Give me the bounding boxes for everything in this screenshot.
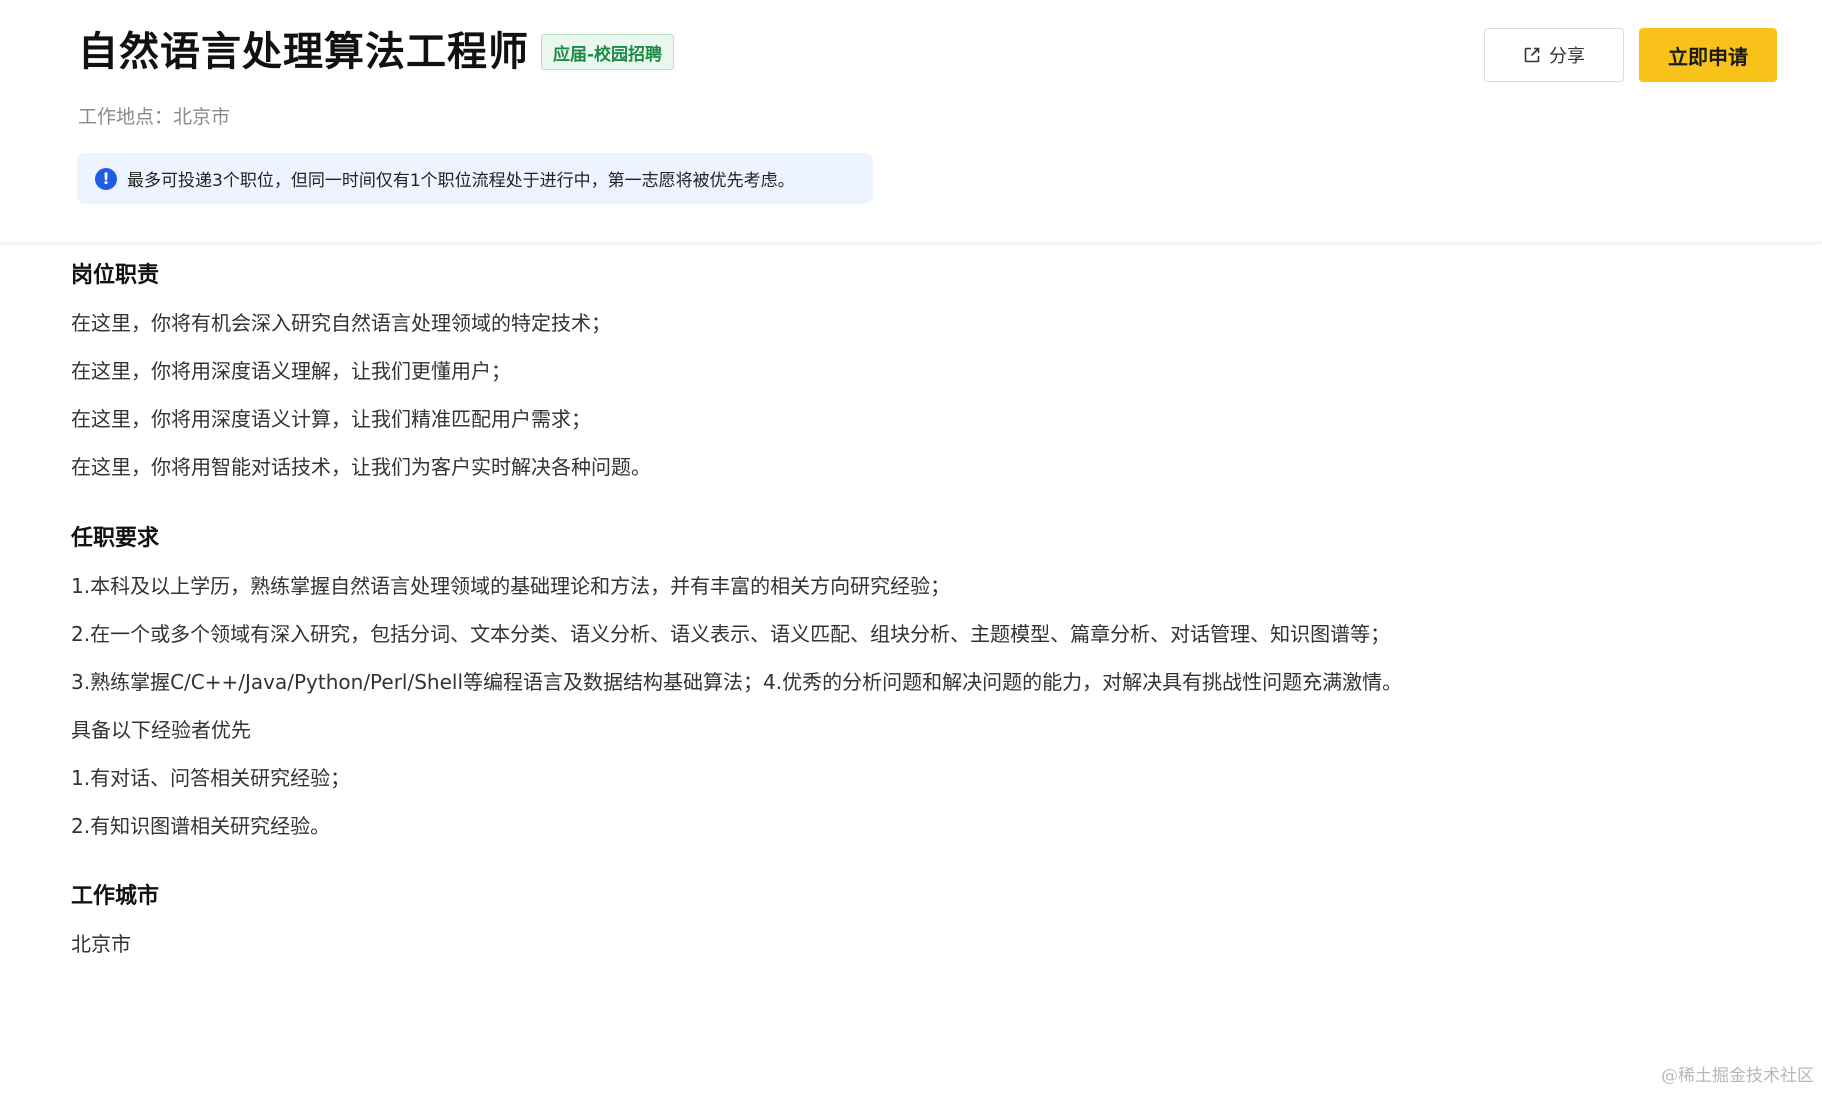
application-notice: ! 最多可投递3个职位，但同一时间仅有1个职位流程处于进行中，第一志愿将被优先考…	[77, 153, 873, 204]
job-description: 岗位职责 在这里，你将有机会深入研究自然语言处理领域的特定技术； 在这里，你将用…	[71, 258, 1411, 963]
work-location: 工作地点：北京市	[78, 106, 231, 128]
watermark: @稀土掘金技术社区	[1661, 1066, 1814, 1086]
notice-text: 最多可投递3个职位，但同一时间仅有1个职位流程处于进行中，第一志愿将被优先考虑。	[127, 171, 795, 191]
section-title: 工作城市	[71, 884, 160, 909]
section-responsibilities: 岗位职责 在这里，你将有机会深入研究自然语言处理领域的特定技术； 在这里，你将用…	[71, 258, 1411, 486]
paragraph: 2.有知识图谱相关研究经验。	[71, 814, 331, 838]
section-title: 岗位职责	[71, 263, 160, 288]
paragraph: 在这里，你将用深度语义计算，让我们精准匹配用户需求；	[71, 407, 591, 431]
info-exclamation-icon: !	[95, 167, 117, 190]
paragraph: 在这里，你将用智能对话技术，让我们为客户实时解决各种问题。	[71, 455, 651, 479]
share-external-icon	[1524, 47, 1540, 63]
paragraph: 在这里，你将用深度语义理解，让我们更懂用户；	[71, 359, 511, 383]
paragraph: 3.熟练掌握C/C++/Java/Python/Perl/Shell等编程语言及…	[71, 670, 1403, 694]
job-header: 自然语言处理算法工程师 应届-校园招聘 工作地点：北京市 ! 最多可投递3个职位…	[0, 0, 1822, 243]
apply-now-button[interactable]: 立即申请	[1639, 28, 1777, 82]
paragraph: 2.在一个或多个领域有深入研究，包括分词、文本分类、语义分析、语义表示、语义匹配…	[71, 622, 1391, 646]
section-work-city: 工作城市 北京市	[71, 879, 1411, 963]
paragraph: 北京市	[71, 932, 131, 956]
share-button[interactable]: 分享	[1484, 28, 1624, 82]
paragraph: 具备以下经验者优先	[71, 718, 251, 742]
section-requirements: 任职要求 1.本科及以上学历，熟练掌握自然语言处理领域的基础理论和方法，并有丰富…	[71, 521, 1411, 845]
paragraph: 在这里，你将有机会深入研究自然语言处理领域的特定技术；	[71, 311, 611, 335]
section-title: 任职要求	[71, 526, 160, 551]
recruitment-type-tag: 应届-校园招聘	[541, 34, 675, 70]
job-title: 自然语言处理算法工程师	[78, 29, 529, 75]
share-label: 分享	[1549, 46, 1585, 67]
title-row: 自然语言处理算法工程师 应届-校园招聘	[78, 26, 675, 78]
paragraph: 1.本科及以上学历，熟练掌握自然语言处理领域的基础理论和方法，并有丰富的相关方向…	[71, 574, 951, 598]
paragraph: 1.有对话、问答相关研究经验；	[71, 766, 351, 790]
